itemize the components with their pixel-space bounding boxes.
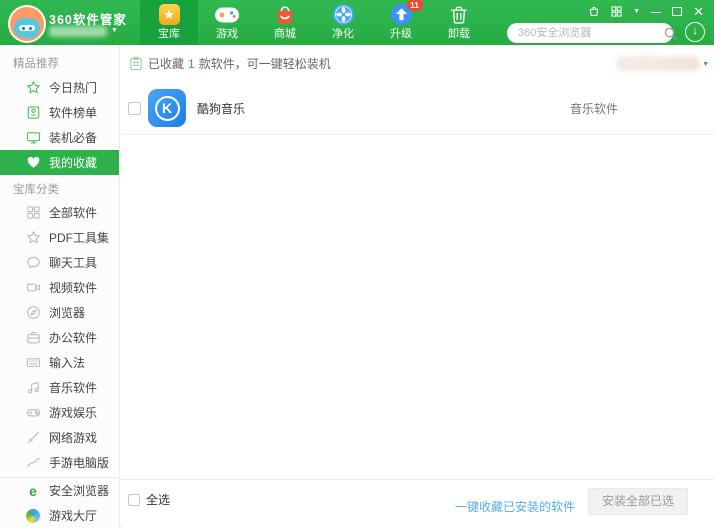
sidebar-item-chat-tools[interactable]: 聊天工具 bbox=[0, 250, 119, 275]
search-icon[interactable] bbox=[664, 27, 677, 40]
gamepad-icon bbox=[214, 2, 240, 27]
sidebar-item-office-software[interactable]: 办公软件 bbox=[0, 325, 119, 350]
sidebar-item-my-favorites[interactable]: 我的收藏 bbox=[0, 150, 119, 175]
bottom-action-bar: 全选 一键收藏已安装的软件 安装全部已选 bbox=[121, 479, 714, 528]
sidebar-section-categories: 宝库分类 bbox=[0, 175, 119, 200]
account-caret-icon[interactable]: ▼ bbox=[111, 27, 118, 34]
sidebar-item-all-software[interactable]: 全部软件 bbox=[0, 200, 119, 225]
skin-bag-icon[interactable] bbox=[588, 5, 600, 17]
download-manager-button[interactable]: ↓ bbox=[685, 22, 705, 42]
gamepad-icon bbox=[25, 405, 41, 421]
fan-icon bbox=[332, 2, 355, 27]
sidebar-item-input-methods[interactable]: 输入法 bbox=[0, 350, 119, 375]
window-controls: ▼ ✕ bbox=[588, 4, 704, 18]
tab-treasury[interactable]: ★ 宝库 bbox=[140, 0, 198, 45]
select-all-checkbox[interactable] bbox=[128, 494, 140, 506]
star-icon bbox=[25, 230, 41, 246]
app-name: 酷狗音乐 bbox=[197, 100, 245, 117]
sidebar-item-hot-today[interactable]: 今日热门 bbox=[0, 75, 119, 100]
search-input[interactable] bbox=[507, 27, 664, 39]
mouse-curve-icon bbox=[25, 455, 41, 471]
grid-icon bbox=[25, 205, 41, 221]
summary-prefix: 已收藏 bbox=[148, 55, 184, 72]
compass-icon bbox=[25, 305, 41, 321]
sidebar-item-game-hall[interactable]: 游戏大厅 bbox=[0, 503, 118, 528]
sidebar-item-pdf-tools[interactable]: PDF工具集 bbox=[0, 225, 119, 250]
kugou-music-icon: K bbox=[148, 89, 186, 127]
apps-grid-icon[interactable] bbox=[611, 6, 622, 17]
summary-suffix: 款软件，可一键轻松装机 bbox=[199, 55, 331, 72]
close-button[interactable]: ✕ bbox=[693, 5, 704, 18]
sidebar-section-featured: 精品推荐 bbox=[0, 45, 119, 75]
shop-bag-icon bbox=[274, 2, 296, 27]
star-icon bbox=[25, 80, 41, 96]
row-checkbox[interactable] bbox=[128, 102, 141, 115]
sidebar-item-music-software[interactable]: 音乐软件 bbox=[0, 375, 119, 400]
collect-installed-link[interactable]: 一键收藏已安装的软件 bbox=[455, 498, 575, 515]
sidebar-item-video-software[interactable]: 视频软件 bbox=[0, 275, 119, 300]
heart-icon bbox=[25, 155, 41, 171]
tab-purify[interactable]: 净化 bbox=[314, 0, 372, 45]
avatar-eyes bbox=[19, 25, 35, 31]
chat-icon bbox=[25, 255, 41, 271]
game-hall-icon bbox=[25, 508, 41, 524]
header: 360软件管家 ▼ ★ 宝库 游戏 商城 bbox=[0, 0, 714, 45]
sidebar-footer: e 安全浏览器 游戏大厅 bbox=[0, 477, 118, 528]
select-all-control[interactable]: 全选 bbox=[128, 491, 170, 508]
sidebar-item-online-games[interactable]: 网络游戏 bbox=[0, 425, 119, 450]
primary-nav: ★ 宝库 游戏 商城 净化 bbox=[140, 0, 488, 45]
account-name-blurred[interactable] bbox=[49, 26, 107, 37]
browser-e-icon: e bbox=[25, 483, 41, 499]
ranking-icon bbox=[25, 105, 41, 121]
search-box bbox=[507, 23, 673, 43]
video-icon bbox=[25, 280, 41, 296]
tab-upgrade[interactable]: 11 升级 bbox=[372, 0, 430, 45]
app-window: 360软件管家 ▼ ★ 宝库 游戏 商城 bbox=[0, 0, 714, 528]
star-box-icon: ★ bbox=[159, 2, 180, 27]
sidebar-item-mobile-games-pc[interactable]: 手游电脑版 bbox=[0, 450, 119, 475]
user-avatar[interactable] bbox=[8, 5, 46, 43]
sidebar-item-browsers[interactable]: 浏览器 bbox=[0, 300, 119, 325]
tab-mall[interactable]: 商城 bbox=[256, 0, 314, 45]
briefcase-icon bbox=[25, 330, 41, 346]
filter-caret-icon[interactable]: ▼ bbox=[702, 61, 709, 68]
summary-count: 1 bbox=[188, 57, 195, 71]
clipboard-icon bbox=[129, 56, 143, 71]
sidebar-item-essentials[interactable]: 装机必备 bbox=[0, 125, 119, 150]
table-row[interactable]: K 酷狗音乐 音乐软件 bbox=[121, 82, 714, 135]
maximize-button[interactable] bbox=[672, 7, 682, 16]
upgrade-arrow-icon: 11 bbox=[390, 2, 413, 27]
minimize-button[interactable] bbox=[651, 12, 661, 13]
main-content: 已收藏 1 款软件，可一键轻松装机 ▼ K 酷狗音乐 音乐软件 全选 一键收藏已安装… bbox=[121, 45, 714, 528]
trash-icon bbox=[448, 2, 470, 27]
select-all-label: 全选 bbox=[146, 491, 170, 508]
main-menu-caret-icon[interactable]: ▼ bbox=[633, 8, 640, 15]
sidebar-item-secure-browser[interactable]: e 安全浏览器 bbox=[0, 478, 118, 503]
sidebar-item-game-entertainment[interactable]: 游戏娱乐 bbox=[0, 400, 119, 425]
filter-dropdown-blurred[interactable] bbox=[616, 56, 700, 71]
favorites-summary-bar: 已收藏 1 款软件，可一键轻松装机 ▼ bbox=[121, 45, 714, 82]
app-category: 音乐软件 bbox=[570, 100, 618, 117]
sidebar: 精品推荐 今日热门 软件榜单 装机必备 我的收藏 宝库分类 全部软件 PDF工具… bbox=[0, 45, 120, 528]
sidebar-item-software-ranking[interactable]: 软件榜单 bbox=[0, 100, 119, 125]
upgrade-count-badge: 11 bbox=[407, 0, 423, 11]
tab-uninstall[interactable]: 卸载 bbox=[430, 0, 488, 45]
sword-icon bbox=[25, 430, 41, 446]
install-all-selected-button[interactable]: 安装全部已选 bbox=[588, 488, 688, 515]
monitor-icon bbox=[25, 130, 41, 146]
music-note-icon bbox=[25, 380, 41, 396]
tab-games[interactable]: 游戏 bbox=[198, 0, 256, 45]
keyboard-icon bbox=[25, 355, 41, 371]
